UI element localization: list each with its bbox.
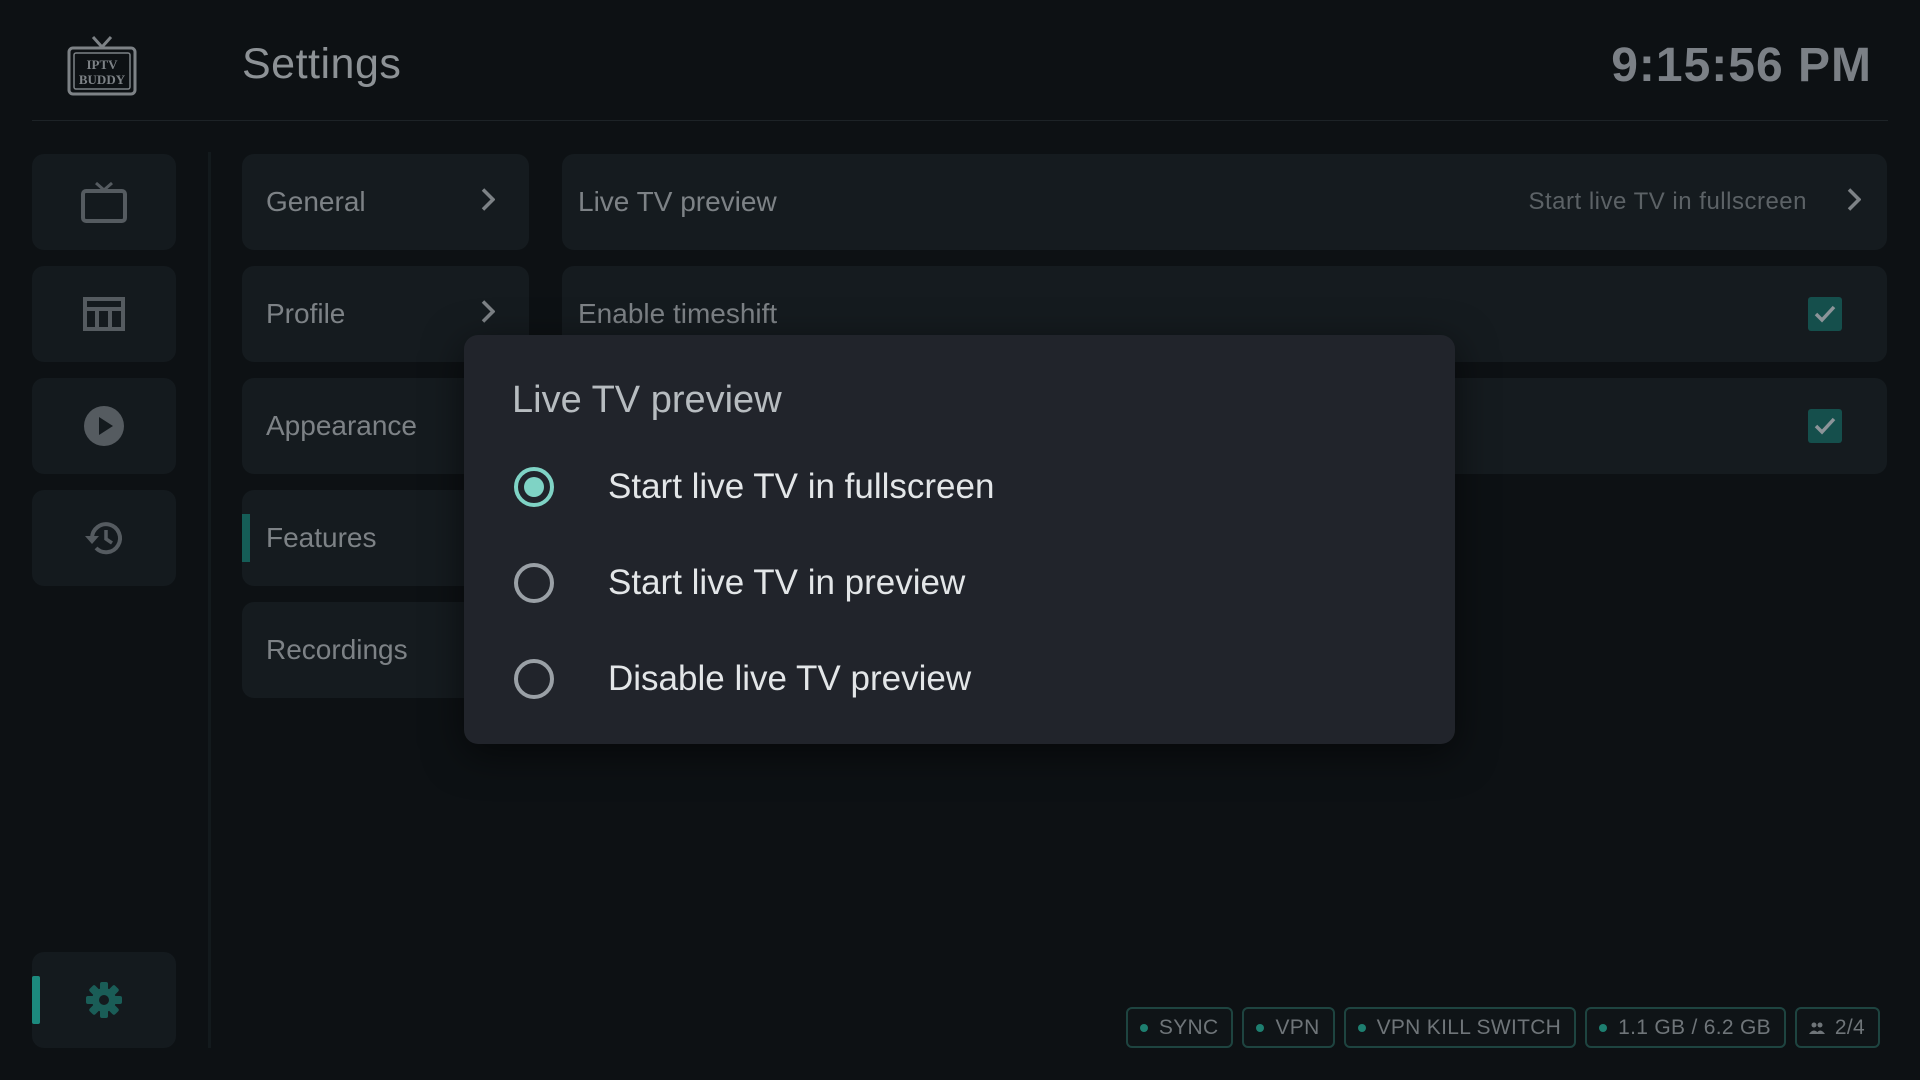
status-connections: 2/4	[1794, 1007, 1880, 1048]
status-label: VPN	[1275, 1015, 1320, 1039]
option-label: Start live TV in preview	[608, 563, 966, 602]
active-indicator	[32, 976, 40, 1024]
rail-guide-button[interactable]	[32, 266, 176, 362]
status-vpn: VPN	[1242, 1007, 1335, 1048]
status-label: SYNC	[1158, 1015, 1219, 1039]
category-general[interactable]: General	[242, 154, 529, 250]
option-preview[interactable]: Start live TV in preview	[464, 538, 1455, 628]
setting-value: Start live TV in fullscreen	[1528, 188, 1807, 215]
setting-live-tv-preview[interactable]: Live TV preview Start live TV in fullscr…	[562, 154, 1887, 250]
chevron-right-icon	[481, 188, 496, 217]
iptv-buddy-logo: IPTV BUDDY	[67, 34, 137, 96]
active-indicator	[242, 514, 250, 562]
page-title: Settings	[242, 40, 402, 88]
header-divider	[32, 120, 1888, 121]
radio-unchecked-icon[interactable]	[514, 563, 554, 603]
rail-settings-button[interactable]	[32, 952, 176, 1048]
setting-checkbox[interactable]	[1808, 409, 1842, 443]
status-storage: 1.1 GB / 6.2 GB	[1585, 1007, 1786, 1048]
timeshift-checkbox[interactable]	[1808, 297, 1842, 331]
tv-icon	[81, 181, 127, 223]
category-label: General	[266, 186, 366, 217]
chevron-right-icon	[481, 300, 496, 329]
status-label: 2/4	[1834, 1015, 1865, 1039]
rail-live-tv-button[interactable]	[32, 154, 176, 250]
history-icon	[83, 518, 125, 558]
play-circle-icon	[83, 405, 125, 447]
dialog-title: Live TV preview	[512, 379, 782, 421]
live-tv-preview-dialog: Live TV preview Start live TV in fullscr…	[464, 335, 1455, 744]
option-disable[interactable]: Disable live TV preview	[464, 634, 1455, 724]
rail-vod-button[interactable]	[32, 378, 176, 474]
settings-screen: IPTV BUDDY Settings 9:15:56 PM General P…	[0, 0, 1920, 1080]
rail-divider	[208, 152, 211, 1048]
option-label: Start live TV in fullscreen	[608, 467, 995, 506]
epg-grid-icon	[83, 297, 125, 331]
clock: 9:15:56 PM	[1611, 39, 1872, 92]
radio-unchecked-icon[interactable]	[514, 659, 554, 699]
status-dot	[1357, 1023, 1366, 1032]
category-label: Appearance	[266, 410, 418, 441]
people-icon	[1808, 1022, 1825, 1034]
option-fullscreen[interactable]: Start live TV in fullscreen	[464, 442, 1455, 532]
category-label: Recordings	[266, 634, 408, 665]
status-sync: SYNC	[1125, 1007, 1234, 1048]
gear-icon	[84, 980, 124, 1020]
option-label: Disable live TV preview	[608, 659, 972, 698]
chevron-right-icon	[1847, 188, 1862, 217]
rail-history-button[interactable]	[32, 490, 176, 586]
setting-label: Enable timeshift	[578, 298, 778, 329]
svg-text:IPTV: IPTV	[86, 57, 118, 72]
category-label: Features	[266, 522, 377, 553]
status-bar: SYNC VPN VPN KILL SWITCH 1.1 GB / 6.2 GB…	[1125, 1007, 1880, 1048]
status-vpn-kill-switch: VPN KILL SWITCH	[1343, 1007, 1577, 1048]
category-label: Profile	[266, 298, 346, 329]
status-label: VPN KILL SWITCH	[1376, 1015, 1562, 1039]
status-label: 1.1 GB / 6.2 GB	[1618, 1015, 1771, 1039]
status-dot	[1139, 1023, 1148, 1032]
radio-checked-icon[interactable]	[514, 467, 554, 507]
setting-label: Live TV preview	[578, 186, 777, 217]
status-dot	[1256, 1023, 1265, 1032]
svg-text:BUDDY: BUDDY	[79, 72, 126, 87]
status-dot	[1599, 1023, 1608, 1032]
